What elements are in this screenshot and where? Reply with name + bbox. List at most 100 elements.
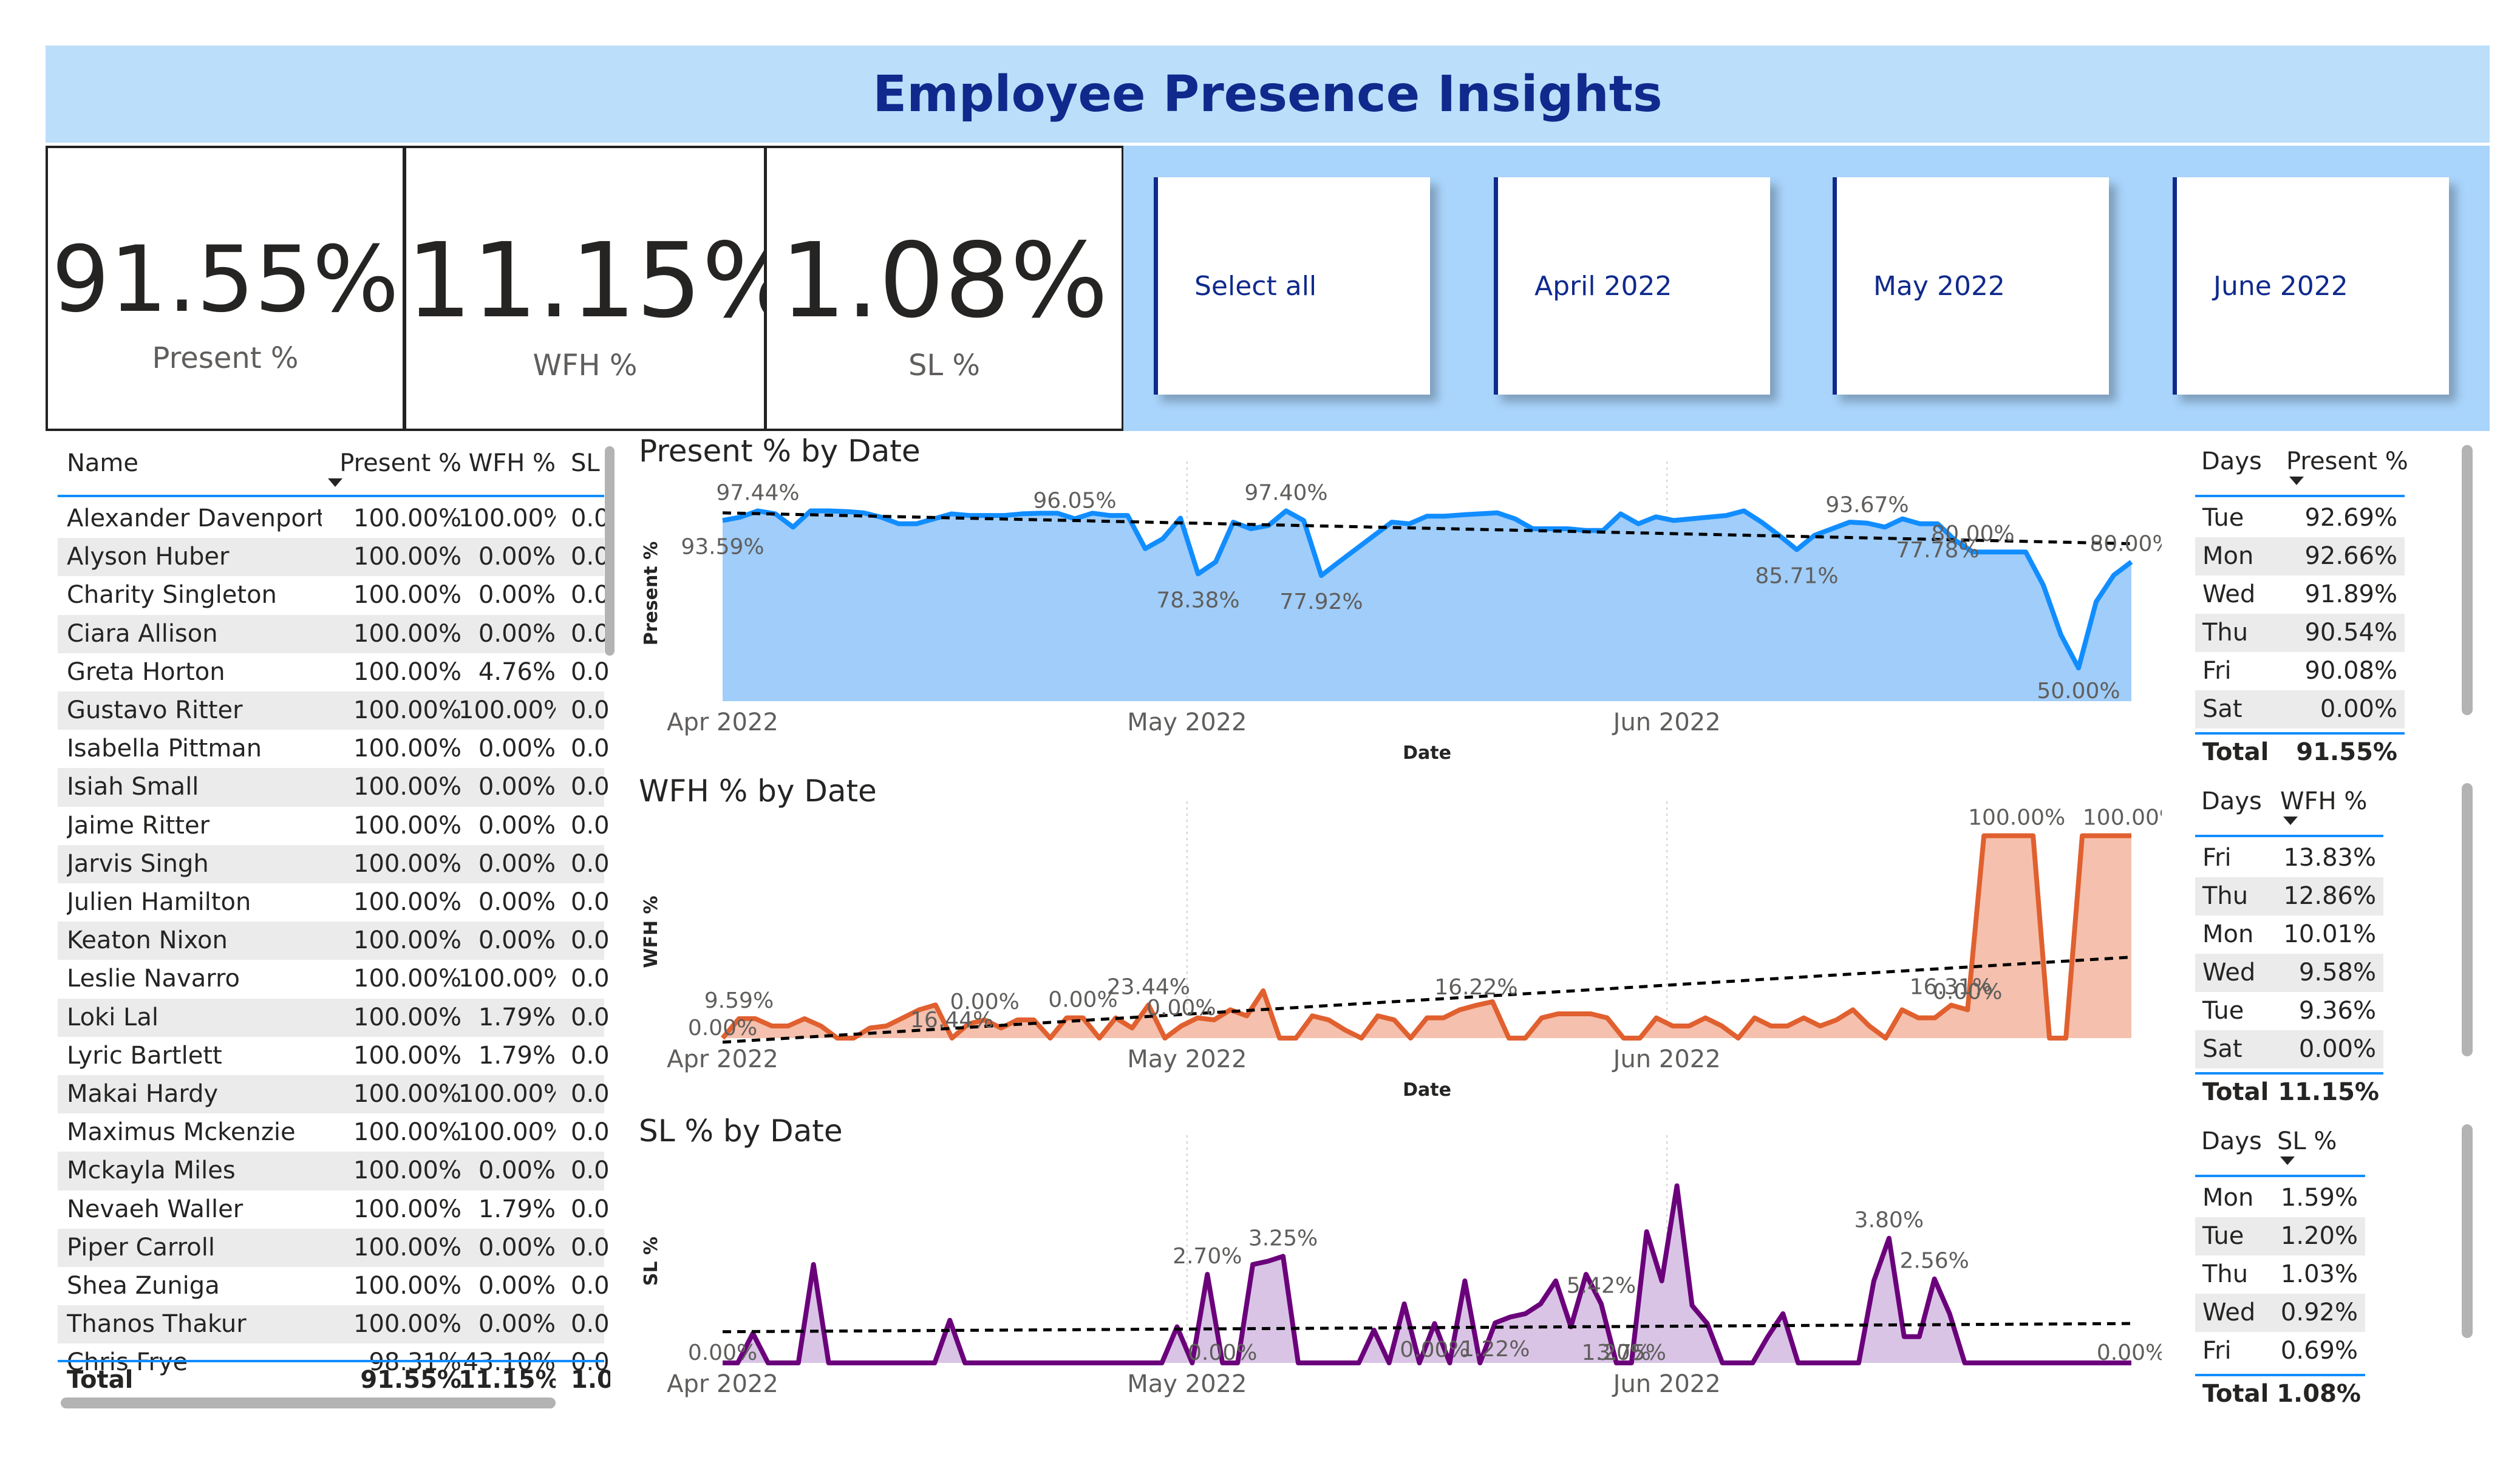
metric-column-header[interactable]: SL % <box>2277 1127 2337 1155</box>
table-row[interactable]: Thu 90.54% <box>2195 614 2405 652</box>
x-tick-label: May 2022 <box>1127 1045 1247 1073</box>
table-cell: Alyson Huber <box>67 543 230 571</box>
table-cell: 0.0 <box>571 1233 610 1262</box>
wfh-day-table-scrollbar[interactable] <box>2462 783 2473 1056</box>
day-column-header[interactable]: Days <box>2201 787 2262 815</box>
table-cell: 0.00% <box>478 1156 556 1185</box>
x-tick-label: Apr 2022 <box>667 1045 778 1073</box>
table-row[interactable]: Leslie Navarro 100.00%100.00% 0.0 <box>58 960 610 999</box>
table-row[interactable]: Jarvis Singh 100.00% 0.00% 0.0 <box>58 844 610 883</box>
table-cell: 0.0 <box>571 1310 610 1339</box>
slicer-select-all-button[interactable]: Select all <box>1154 177 1430 395</box>
table-cell: 100.00% <box>353 849 461 878</box>
table-total-cell: 11.15% <box>458 1366 556 1394</box>
table-row[interactable]: Maximus Mckenzie 100.00%100.00% 0.0 <box>58 1113 610 1152</box>
chart-title: SL % by Date <box>639 1113 843 1149</box>
table-row[interactable]: Loki Lal 100.00% 1.79% 0.0 <box>58 998 610 1037</box>
table-cell: 0.0 <box>571 1080 610 1108</box>
table-row[interactable]: Isabella Pittman 100.00% 0.00% 0.0 <box>58 730 610 769</box>
table-row[interactable]: Tue 92.69% <box>2195 499 2405 537</box>
table-cell: 0.00% <box>478 1272 556 1300</box>
table-row[interactable]: Tue 9.36% <box>2195 992 2383 1030</box>
table-cell: Mckayla Miles <box>67 1156 236 1185</box>
table-cell: 0.00% <box>478 773 556 801</box>
table-cell: 0.0 <box>571 965 610 993</box>
x-tick-label: May 2022 <box>1127 708 1247 736</box>
metric-column-header[interactable]: WFH % <box>2280 787 2367 815</box>
table-cell: 0.0 <box>571 1195 610 1223</box>
table-cell: Lyric Bartlett <box>67 1041 222 1070</box>
employee-table-horizontal-scrollbar[interactable] <box>61 1398 556 1408</box>
table-row[interactable]: Thu 12.86% <box>2195 877 2383 915</box>
table-row[interactable]: Isiah Small 100.00% 0.00% 0.0 <box>58 768 610 807</box>
table-cell: 0.0 <box>571 1003 610 1031</box>
table-row[interactable]: Mon 1.59% <box>2195 1179 2365 1217</box>
table-row[interactable]: Mon 92.66% <box>2195 537 2405 576</box>
table-cell: 0.0 <box>571 696 610 724</box>
employee-column-header[interactable]: Present % <box>325 449 461 477</box>
table-row[interactable]: Wed 9.58% <box>2195 954 2383 992</box>
kpi-sl-value: 1.08% <box>780 221 1109 341</box>
sort-descending-icon[interactable] <box>2280 1156 2295 1165</box>
table-row[interactable]: Gustavo Ritter 100.00%100.00% 0.0 <box>58 691 610 730</box>
day-value-cell: 0.00% <box>2298 1035 2376 1063</box>
data-label: 96.05% <box>1033 489 1116 514</box>
present-day-table-scrollbar[interactable] <box>2462 445 2473 715</box>
table-row[interactable]: Fri 0.69% <box>2195 1332 2365 1370</box>
table-row[interactable]: Sat 0.00% <box>2195 690 2405 728</box>
day-total-label: Total <box>2202 1380 2269 1408</box>
table-row[interactable]: Lyric Bartlett 100.00% 1.79% 0.0 <box>58 1036 610 1075</box>
slicer-may-2022-button[interactable]: May 2022 <box>1833 177 2109 395</box>
table-row[interactable]: Piper Carroll 100.00% 0.00% 0.0 <box>58 1228 610 1267</box>
kpi-card-present: 91.55% Present % <box>46 146 405 431</box>
table-cell: Thanos Thakur <box>67 1310 247 1339</box>
day-column-header[interactable]: Days <box>2201 1127 2262 1155</box>
sort-descending-icon[interactable] <box>328 478 342 487</box>
slicer-june-2022-button[interactable]: June 2022 <box>2173 177 2449 395</box>
data-label: 0.00% <box>950 990 1019 1014</box>
table-row[interactable]: Mckayla Miles 100.00% 0.00% 0.0 <box>58 1152 610 1190</box>
day-value-cell: 90.08% <box>2304 657 2397 685</box>
table-row[interactable]: Jaime Ritter 100.00% 0.00% 0.0 <box>58 806 610 845</box>
table-row[interactable]: Wed 0.92% <box>2195 1294 2365 1332</box>
table-row[interactable]: Charity Singleton 100.00% 0.00% 0.0 <box>58 576 610 615</box>
sl-day-table-scrollbar[interactable] <box>2462 1124 2473 1338</box>
table-row[interactable]: Makai Hardy 100.00%100.00% 0.0 <box>58 1075 610 1114</box>
table-row[interactable]: Greta Horton 100.00% 4.76% 0.0 <box>58 653 610 691</box>
day-name-cell: Mon <box>2202 1184 2254 1212</box>
kpi-wfh-value: 11.15% <box>406 221 800 341</box>
data-label: 16.22% <box>1434 975 1517 1000</box>
metric-column-header[interactable]: Present % <box>2286 447 2408 475</box>
table-row[interactable]: Tue 1.20% <box>2195 1217 2365 1255</box>
table-cell: 0.0 <box>571 773 610 801</box>
employee-column-header[interactable]: Name <box>67 449 322 477</box>
table-row[interactable]: Alyson Huber 100.00% 0.00% 0.0 <box>58 538 610 577</box>
table-row[interactable]: Alexander Davenport100.00%100.00%0.0 <box>58 500 610 538</box>
table-row[interactable]: Keaton Nixon 100.00% 0.00% 0.0 <box>58 922 610 960</box>
slicer-april-2022-button[interactable]: April 2022 <box>1494 177 1770 395</box>
day-value-cell: 12.86% <box>2283 882 2376 910</box>
day-total-value: 91.55% <box>2296 738 2397 766</box>
table-row[interactable]: Julien Hamilton 100.00% 0.00% 0.0 <box>58 883 610 922</box>
table-cell: Alexander Davenport <box>67 504 322 532</box>
employee-column-header[interactable]: WFH % <box>458 449 556 477</box>
day-column-header[interactable]: Days <box>2201 447 2262 475</box>
data-label: 2.56% <box>1900 1249 1969 1274</box>
table-row[interactable]: Nevaeh Waller 100.00% 1.79% 0.0 <box>58 1190 610 1229</box>
table-row[interactable]: Shea Zuniga 100.00% 0.00% 0.0 <box>58 1267 610 1306</box>
table-row[interactable]: Sat 0.00% <box>2195 1030 2383 1068</box>
table-row[interactable]: Thu 1.03% <box>2195 1255 2365 1294</box>
table-cell: 0.0 <box>571 888 610 916</box>
day-value-cell: 13.83% <box>2283 844 2376 872</box>
table-row[interactable]: Fri 90.08% <box>2195 652 2405 690</box>
sort-descending-icon[interactable] <box>2289 477 2304 485</box>
table-row[interactable]: Ciara Allison 100.00% 0.00% 0.0 <box>58 614 610 653</box>
employee-table-vertical-scrollbar[interactable] <box>605 446 615 656</box>
table-row[interactable]: Mon 10.01% <box>2195 915 2383 954</box>
table-row[interactable]: Thanos Thakur 100.00% 0.00% 0.0 <box>58 1305 610 1344</box>
table-row[interactable]: Fri 13.83% <box>2195 839 2383 877</box>
table-row[interactable]: Wed 91.89% <box>2195 576 2405 614</box>
day-name-cell: Thu <box>2202 1260 2249 1288</box>
sort-descending-icon[interactable] <box>2283 817 2298 825</box>
table-cell: 100.00% <box>353 696 461 724</box>
